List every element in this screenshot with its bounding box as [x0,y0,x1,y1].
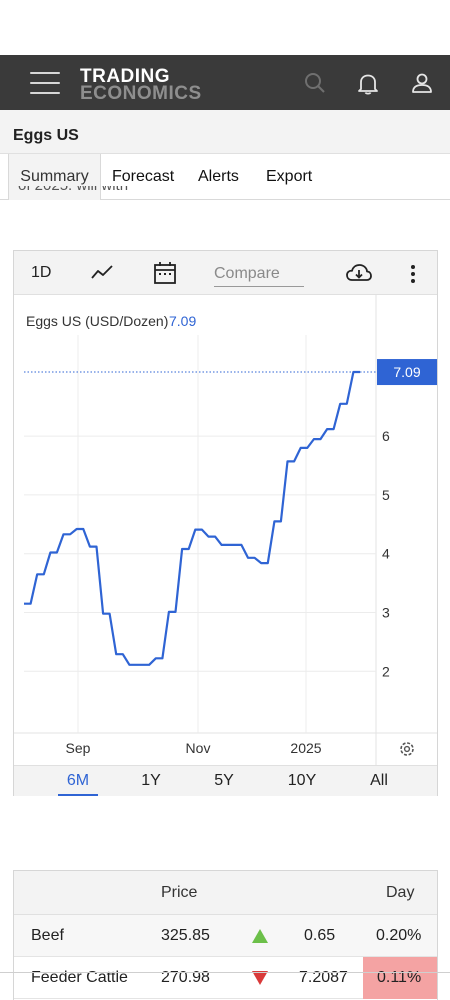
row-change: 0.65 [304,927,336,944]
range-active-underline [58,794,98,796]
calendar-icon[interactable] [153,260,177,286]
price-line [24,370,360,666]
x-tick-label: Sep [66,740,91,756]
download-icon[interactable] [345,261,373,285]
price-chart[interactable]: 23456Sep Nov 20257.09 Eggs US (USD/Dozen) … [14,295,437,765]
arrow-up-icon [252,929,268,943]
range-all[interactable]: All [359,772,399,790]
last-value-tag-text: 7.09 [393,364,420,380]
page: TRADING ECONOMICS Eggs US Summary Foreca… [0,0,450,1000]
y-tick-label: 3 [382,604,390,620]
row-price: 325.85 [161,927,210,944]
range-1y[interactable]: 1Y [131,772,171,790]
row-pct: 0.20% [376,927,422,944]
top-header: TRADING ECONOMICS [0,55,450,110]
y-tick-label: 2 [382,663,390,679]
bell-icon[interactable] [355,70,381,96]
logo[interactable]: TRADING ECONOMICS [80,67,202,104]
table-row[interactable]: Feeder Cattle 270.98 7.2087 0.11% [14,957,437,999]
chart-legend-value: 7.09 [169,313,196,329]
title-bar: Eggs US [0,110,450,154]
y-tick-label: 4 [382,546,390,562]
page-title: Eggs US [13,127,79,144]
chart-toolbar: 1D [14,251,437,295]
interval-button[interactable]: 1D [31,264,51,282]
table-row[interactable]: Beef 325.85 0.65 0.20% [14,915,437,957]
range-5y[interactable]: 5Y [204,772,244,790]
line-chart-icon[interactable] [90,261,116,285]
cutoff-text: of 2025. will with [18,186,218,200]
y-tick-label: 5 [382,487,390,503]
cutoff-text-content: of 2025. will with [18,186,128,194]
header-price: Price [161,884,198,901]
y-tick-label: 6 [382,428,390,444]
settings-icon[interactable] [400,742,414,756]
x-tick-label: 2025 [290,740,321,756]
line-layer [24,370,376,666]
tab-export[interactable]: Export [266,154,312,200]
row-name[interactable]: Beef [31,927,64,945]
commodities-table: Price Day Beef 325.85 0.65 0.20% Feeder … [13,870,438,1000]
more-vert-icon[interactable] [406,263,420,285]
range-10y[interactable]: 10Y [282,772,322,790]
chart-card: 1D 23456SepNov20 [13,250,438,796]
compare-input[interactable] [214,261,304,287]
header-day: Day [386,884,415,901]
user-icon[interactable] [409,70,435,96]
table-header: Price Day [14,871,437,915]
range-6m[interactable]: 6M [58,772,98,790]
range-bar: 6M 1Y 5Y 10Y All [14,765,437,796]
menu-icon[interactable] [30,72,60,94]
search-icon[interactable] [302,70,328,96]
x-tick-label: Nov [186,740,211,756]
chart-legend-label: Eggs US (USD/Dozen) [26,313,168,329]
logo-line-2: ECONOMICS [80,83,202,104]
bottom-divider [0,972,450,973]
